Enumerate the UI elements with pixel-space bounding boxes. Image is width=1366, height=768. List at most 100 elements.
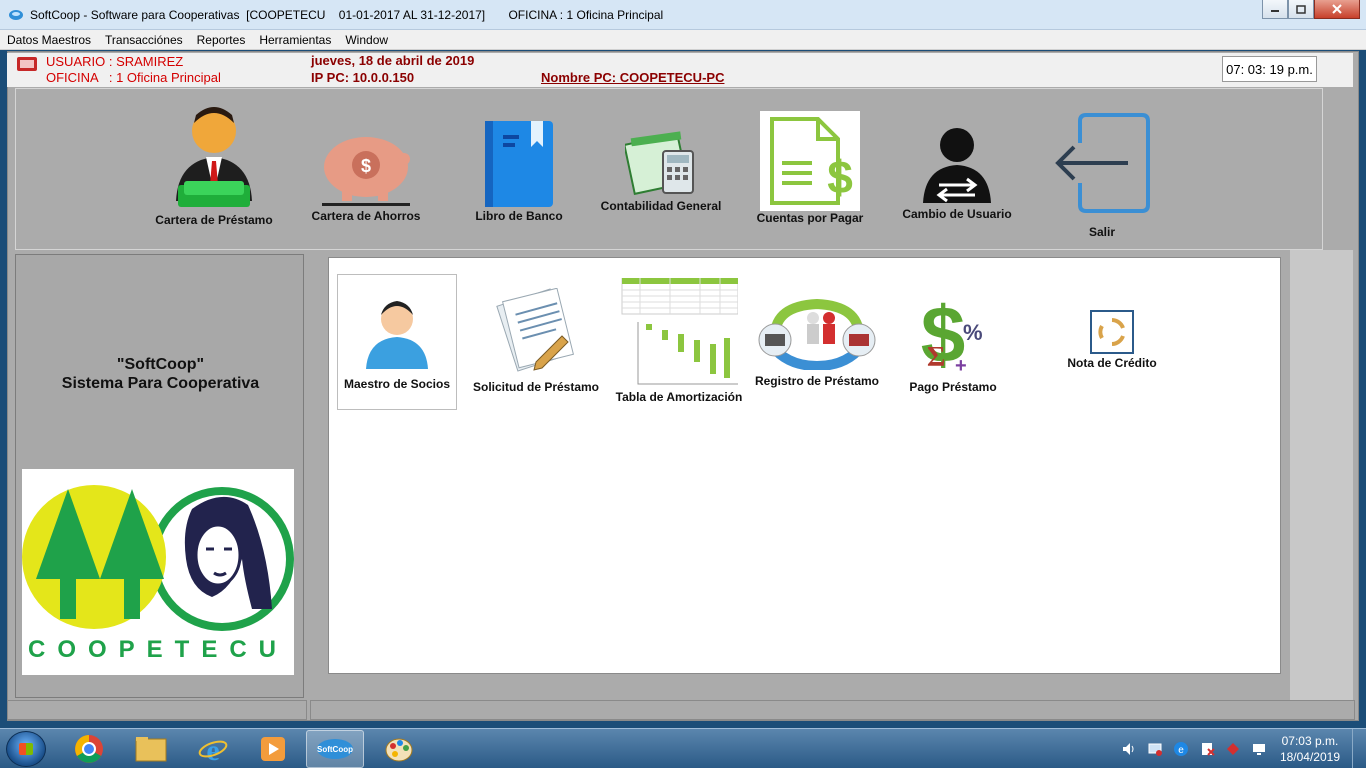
loan-registration-icon: [758, 298, 876, 370]
internet-explorer-icon: e: [198, 734, 228, 764]
pago-prestamo-label: Pago Préstamo: [909, 380, 997, 394]
cartera-prestamo-button[interactable]: Cartera de Préstamo: [150, 101, 278, 227]
contabilidad-general-label: Contabilidad General: [600, 199, 722, 213]
close-button[interactable]: [1314, 0, 1360, 19]
switch-user-icon: [923, 128, 991, 203]
network-icon[interactable]: [1147, 741, 1163, 757]
taskbar: e SoftCoop e 07:03 p.m. 18/04/2019: [0, 728, 1366, 768]
tray-clock[interactable]: 07:03 p.m. 18/04/2019: [1280, 733, 1340, 765]
menu-transacciones[interactable]: Transacciónes: [105, 33, 183, 47]
volume-icon[interactable]: [1121, 741, 1137, 757]
credit-note-icon: [1090, 310, 1134, 354]
coopetecu-logo-graphic: COOPETECU: [22, 485, 294, 663]
maximize-icon: [1296, 4, 1306, 14]
solicitud-prestamo-button[interactable]: Solicitud de Préstamo: [472, 288, 600, 394]
menu-reportes[interactable]: Reportes: [197, 33, 246, 47]
cambio-usuario-label: Cambio de Usuario: [902, 207, 1012, 221]
menu-datos-maestros[interactable]: Datos Maestros: [7, 33, 91, 47]
alert-icon[interactable]: [1225, 741, 1241, 757]
svg-text:$: $: [827, 151, 853, 203]
svg-text:e: e: [206, 734, 219, 764]
libro-banco-button[interactable]: Libro de Banco: [464, 119, 574, 223]
coopetecu-logo: COOPETECU: [22, 469, 294, 675]
show-desktop-button[interactable]: [1352, 729, 1366, 768]
amortization-table-chart-icon: [621, 278, 738, 385]
businessman-money-icon: [176, 107, 252, 207]
maestro-socios-button[interactable]: Maestro de Socios: [337, 274, 457, 410]
brand-title: "SoftCoop" Sistema Para Cooperativa: [16, 355, 305, 393]
softcoop-app-icon: [9, 9, 23, 20]
menu-bar: Datos Maestros Transacciónes Reportes He…: [0, 30, 1366, 50]
svg-text:e: e: [1178, 745, 1184, 756]
taskbar-chrome[interactable]: [60, 730, 118, 768]
paint-icon: [385, 738, 413, 762]
nota-credito-label: Nota de Crédito: [1067, 356, 1157, 370]
main-toolbar: Cartera de Préstamo $ Cartera de Ahorros…: [15, 88, 1323, 250]
spreadsheet-calculator-icon: [625, 131, 694, 196]
softcoop-taskbar-label: SoftCoop: [317, 745, 353, 754]
cartera-ahorros-button[interactable]: $ Cartera de Ahorros: [306, 129, 426, 223]
taskbar-media[interactable]: [244, 730, 302, 768]
contabilidad-general-button[interactable]: Contabilidad General: [600, 129, 722, 213]
user-label: USUARIO : SRAMIREZ: [46, 54, 184, 69]
cartera-prestamo-label: Cartera de Préstamo: [155, 213, 273, 227]
display-icon[interactable]: [1251, 741, 1267, 757]
svg-text:+: +: [955, 355, 967, 377]
menu-window[interactable]: Window: [345, 33, 388, 47]
logo-text: COOPETECU: [28, 636, 288, 663]
person-icon: [366, 301, 428, 369]
invoice-dollar-icon: $: [760, 111, 860, 211]
system-tray: e 07:03 p.m. 18/04/2019: [1116, 729, 1366, 768]
status-bar-left: [7, 700, 307, 720]
salir-label: Salir: [1088, 225, 1115, 239]
clock-display: 07: 03: 19 p.m.: [1222, 56, 1317, 82]
brand-title-line2: Sistema Para Cooperativa: [61, 375, 260, 392]
document-pencil-icon: [496, 288, 574, 372]
ip-label: IP PC: 10.0.0.150: [311, 70, 415, 85]
cuentas-pagar-button[interactable]: $ Cuentas por Pagar: [754, 111, 866, 225]
chrome-icon: [75, 735, 103, 763]
window-title: SoftCoop - Software para Cooperativas [C…: [30, 7, 664, 22]
tray-time: 07:03 p.m.: [1281, 734, 1339, 748]
svg-text:Σ: Σ: [927, 342, 945, 373]
blue-book-icon: [485, 121, 553, 207]
start-button[interactable]: [6, 731, 46, 767]
maximize-button[interactable]: [1288, 0, 1314, 19]
softcoop-taskbar-icon: SoftCoop: [317, 739, 353, 759]
taskbar-softcoop[interactable]: SoftCoop: [306, 730, 364, 768]
content-panel: Maestro de Socios Solicitud de Préstamo …: [328, 257, 1281, 674]
tray-date: 18/04/2019: [1279, 750, 1340, 764]
pc-name-label: Nombre PC: COOPETECU-PC: [541, 70, 725, 85]
pago-prestamo-button[interactable]: $ Σ % + Pago Préstamo: [897, 288, 1009, 394]
close-icon: [1332, 4, 1342, 14]
office-label: OFICINA : 1 Oficina Principal: [46, 70, 221, 85]
taskbar-ie[interactable]: e: [184, 730, 242, 768]
nota-credito-button[interactable]: Nota de Crédito: [1053, 310, 1171, 370]
cuentas-pagar-label: Cuentas por Pagar: [756, 211, 864, 225]
session-info-strip: USUARIO : SRAMIREZ OFICINA : 1 Oficina P…: [7, 53, 1353, 87]
media-player-icon: [261, 737, 285, 761]
menu-herramientas[interactable]: Herramientas: [259, 33, 331, 47]
right-decoration: [1290, 250, 1353, 700]
salir-button[interactable]: Salir: [1046, 113, 1158, 239]
maestro-socios-label: Maestro de Socios: [343, 377, 451, 391]
exit-icon: [1055, 113, 1150, 213]
libro-banco-label: Libro de Banco: [475, 209, 563, 223]
action-center-icon[interactable]: [1199, 741, 1215, 757]
tabla-amortizacion-label: Tabla de Amortización: [615, 390, 743, 404]
cambio-usuario-button[interactable]: Cambio de Usuario: [896, 123, 1018, 221]
minimize-button[interactable]: [1262, 0, 1288, 19]
registro-prestamo-button[interactable]: Registro de Préstamo: [753, 296, 881, 388]
status-bar-right: [310, 700, 1355, 720]
taskbar-paint[interactable]: [370, 730, 428, 768]
title-bar: SoftCoop - Software para Cooperativas [C…: [0, 0, 1366, 30]
svg-text:%: %: [963, 320, 983, 345]
payment-sigma-dollar-icon: $ Σ % +: [921, 290, 983, 378]
date-label: jueves, 18 de abril de 2019: [311, 53, 475, 68]
tabla-amortizacion-button[interactable]: Tabla de Amortización: [615, 278, 743, 404]
minimize-icon: [1271, 10, 1279, 12]
solicitud-prestamo-label: Solicitud de Préstamo: [472, 380, 600, 394]
taskbar-explorer[interactable]: [122, 730, 180, 768]
security-icon[interactable]: e: [1173, 741, 1189, 757]
left-info-panel: "SoftCoop" Sistema Para Cooperativa COOP…: [15, 254, 304, 698]
